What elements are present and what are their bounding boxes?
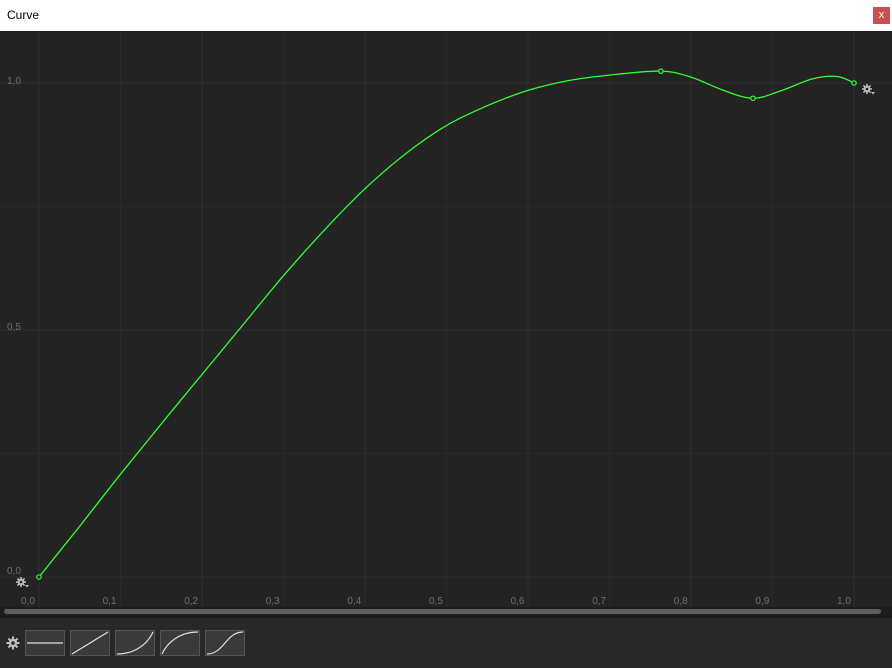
close-button[interactable]: x — [873, 7, 890, 24]
curve-window: Curve x 0,0 0,1 0,2 0,3 0,4 0,5 0,6 0,7 0,8 0,9 1,… — [0, 0, 892, 668]
y-axis-labels: 0,0 0,5 1,0 — [7, 76, 21, 577]
x-tick-label: 0,2 — [184, 596, 198, 607]
preset-constant-icon — [27, 642, 63, 644]
preset-constant-button[interactable] — [25, 630, 65, 656]
curve-canvas[interactable]: 0,0 0,1 0,2 0,3 0,4 0,5 0,6 0,7 0,8 0,9 1,0 0,0 0,5… — [0, 32, 892, 607]
y-tick-label: 1,0 — [7, 76, 21, 87]
curve-key-point[interactable] — [851, 80, 857, 86]
curve-key-point[interactable] — [658, 68, 664, 74]
preset-linear-button[interactable] — [70, 630, 110, 656]
y-tick-label: 0,5 — [7, 322, 21, 333]
preset-linear-icon — [71, 631, 109, 655]
curve-key-point[interactable] — [36, 574, 42, 580]
x-tick-label: 0,4 — [347, 596, 361, 607]
preset-ease-in-out-button[interactable] — [205, 630, 245, 656]
y-tick-label: 0,0 — [7, 566, 21, 577]
scrollbar-thumb[interactable] — [4, 609, 881, 614]
x-tick-label: 1,0 — [837, 596, 851, 607]
x-tick-label: 0,0 — [21, 596, 35, 607]
gear-icon[interactable] — [6, 636, 20, 650]
window-title: Curve — [7, 8, 40, 22]
preset-ease-in-button[interactable] — [115, 630, 155, 656]
grid-minor — [0, 32, 892, 607]
x-tick-label: 0,5 — [429, 596, 443, 607]
curve-editor[interactable]: 0,0 0,1 0,2 0,3 0,4 0,5 0,6 0,7 0,8 0,9 1,0 0,0 0,5… — [0, 32, 892, 607]
x-tick-label: 0,7 — [592, 596, 606, 607]
curve-key-point[interactable] — [750, 95, 756, 102]
preset-ease-in-icon — [116, 631, 154, 655]
x-tick-label: 0,9 — [755, 596, 769, 607]
x-tick-label: 0,6 — [511, 596, 525, 607]
preset-ease-in-out-icon — [206, 631, 244, 655]
presets-bar — [0, 617, 892, 668]
x-tick-label: 0,1 — [103, 596, 117, 607]
preset-ease-out-icon — [161, 631, 199, 655]
x-tick-label: 0,3 — [266, 596, 280, 607]
x-tick-label: 0,8 — [674, 596, 688, 607]
preset-ease-out-button[interactable] — [160, 630, 200, 656]
title-bar[interactable]: Curve x — [0, 0, 892, 32]
key-menus[interactable] — [16, 84, 875, 588]
start-key-menu-icon[interactable] — [16, 577, 29, 588]
horizontal-scrollbar[interactable] — [0, 607, 892, 617]
x-axis-labels: 0,0 0,1 0,2 0,3 0,4 0,5 0,6 0,7 0,8 0,9 1,0 — [21, 596, 851, 607]
end-key-menu-icon[interactable] — [862, 84, 875, 95]
